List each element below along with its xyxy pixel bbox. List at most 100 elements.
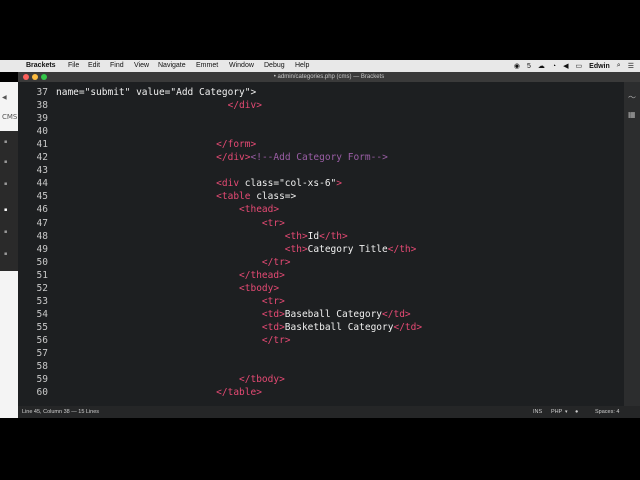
status-number[interactable]: 5 [527, 63, 531, 70]
app-menu[interactable]: Brackets [26, 62, 56, 69]
user-name[interactable]: Edwin [589, 63, 610, 70]
cloud-icon[interactable]: ☁ [538, 62, 545, 70]
code-tag: </tr> [261, 334, 291, 346]
menu-debug[interactable]: Debug [264, 62, 285, 69]
line-number: 58 [36, 361, 48, 373]
code-tag: <th> [284, 230, 308, 242]
code-area[interactable]: name="submit" value="Add Category"> </di… [56, 82, 624, 406]
code-line[interactable]: <th>Id</th> [56, 231, 348, 242]
code-line[interactable]: <tr> [56, 218, 285, 229]
line-number: 48 [36, 230, 48, 242]
code-line[interactable]: </div><!--Add Category Form--> [56, 152, 388, 163]
code-tag: > [256, 100, 262, 112]
insert-mode[interactable]: INS [533, 409, 542, 415]
maximize-button[interactable] [41, 74, 47, 80]
code-text: class=> [256, 191, 297, 203]
line-number: 55 [36, 321, 48, 333]
record-icon[interactable]: ◉ [514, 62, 520, 70]
volume-icon[interactable]: ◀ [563, 62, 568, 70]
menu-help[interactable]: Help [295, 62, 309, 69]
menu-emmet[interactable]: Emmet [196, 62, 218, 69]
menu-find[interactable]: Find [110, 62, 124, 69]
lint-status-icon[interactable]: ● [575, 409, 578, 415]
menu-navigate[interactable]: Navigate [158, 62, 186, 69]
code-line[interactable]: </div> [56, 100, 262, 111]
code-line[interactable]: <td>Baseball Category</td> [56, 309, 411, 320]
code-tag: </ [227, 100, 240, 112]
code-line[interactable]: <tbody> [56, 283, 279, 294]
bullet-icon: ▪ [4, 251, 8, 257]
language-select[interactable]: PHP [551, 409, 562, 415]
bullet-icon: ▪ [4, 139, 8, 145]
code-tag: </tr> [261, 256, 291, 268]
line-number: 53 [36, 295, 48, 307]
list-icon[interactable]: ☰ [628, 62, 634, 70]
code-line[interactable]: <thead> [56, 204, 279, 215]
code-line[interactable]: <th>Category Title</th> [56, 243, 417, 255]
code-line[interactable]: <td>Basketball Category</td> [56, 322, 422, 333]
bullet-icon: ▪ [4, 159, 8, 165]
line-number: 43 [36, 165, 48, 177]
menu-file[interactable]: File [68, 62, 79, 69]
code-line[interactable]: </tr> [56, 257, 291, 268]
window-title: • admin/categories.php (cms) — Brackets [273, 74, 385, 80]
code-line[interactable]: </table> [56, 387, 262, 398]
line-number: 51 [36, 269, 48, 281]
line-number: 37 [36, 87, 48, 98]
line-number: 40 [36, 126, 48, 138]
code-text: Basketball Category [284, 321, 394, 333]
minimize-button[interactable] [32, 74, 38, 80]
line-number: 41 [36, 139, 48, 151]
close-button[interactable] [23, 74, 29, 80]
code-line[interactable]: </tr> [56, 335, 291, 346]
code-tag: </tbody> [239, 374, 285, 386]
code-line[interactable]: name="submit" value="Add Category"> [56, 87, 256, 98]
code-line[interactable]: <div class="col-xs-6"> [56, 178, 342, 189]
wifi-icon[interactable]: ◔ [552, 63, 556, 70]
indent-setting[interactable]: Spaces: 4 [595, 409, 619, 415]
code-line[interactable]: <tr> [56, 296, 285, 307]
status-area: ◉ 5 ☁ ◔ ◀ ▭ Edwin ⌕ ☰ [514, 62, 634, 70]
code-editor[interactable]: 37 38 39 40 41 42 43 44 45 46 47 48 49 50 51 52 53 54 55 56… [18, 82, 624, 406]
code-line[interactable]: </form> [56, 139, 256, 150]
bullet-icon: ▪ [4, 229, 8, 235]
code-tag: <tbody> [239, 282, 280, 294]
code-text: Baseball Category [284, 308, 383, 320]
search-icon[interactable]: ⌕ [617, 62, 621, 70]
menu-window[interactable]: Window [229, 62, 254, 69]
code-tag: <td> [261, 308, 285, 320]
code-tag: <th> [284, 243, 308, 255]
live-preview-icon[interactable]: 〜 [628, 92, 636, 103]
code-comment: <!--Add Category Form--> [250, 152, 388, 164]
menu-edit[interactable]: Edit [88, 62, 100, 69]
code-line[interactable]: </thead> [56, 270, 285, 281]
code-tag: </th> [387, 243, 417, 255]
background-sidebar: ▪ ▪ ▪ ▪ ▪ ▪ [0, 131, 18, 271]
battery-icon[interactable]: ▭ [576, 62, 583, 70]
line-number: 54 [36, 308, 48, 320]
code-line[interactable]: <table class=> [56, 191, 296, 202]
line-number: 45 [36, 191, 48, 203]
extension-manager-icon[interactable]: ▦ [628, 110, 636, 119]
code-text: class="col-xs-6" [244, 178, 337, 190]
code-tag: > [336, 178, 343, 190]
menu-view[interactable]: View [134, 62, 149, 69]
code-tag: </ [216, 139, 228, 151]
code-tag: </td> [382, 308, 411, 320]
code-tag: form [227, 139, 251, 151]
line-number: 44 [36, 178, 48, 190]
code-line[interactable]: </tbody> [56, 374, 285, 385]
code-tag: <table [216, 191, 257, 203]
right-toolbar: 〜 ▦ [624, 82, 640, 406]
language-dropdown-icon[interactable]: ▾ [565, 409, 568, 415]
